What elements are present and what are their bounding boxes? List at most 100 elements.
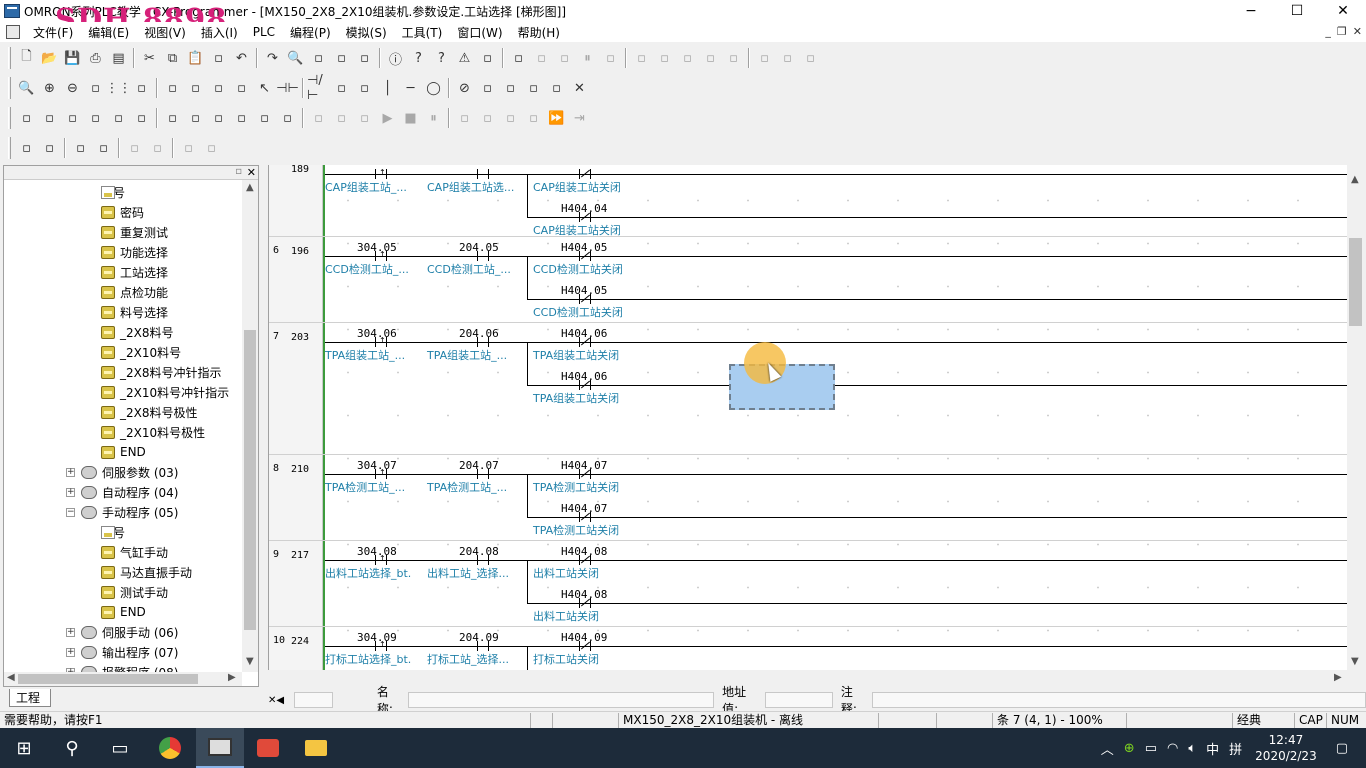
- contact-symbol[interactable]: [579, 294, 591, 304]
- mdi-restore-icon[interactable]: ❐: [1337, 25, 1347, 38]
- ladder-diagram[interactable]: 189 ↑ CAP组装工站_... CAP组装工站选... CAP组装工站关闭 H404.…: [268, 165, 1347, 670]
- break-icon[interactable]: ▫: [453, 107, 476, 129]
- tree-item[interactable]: +报警程序 (08): [66, 662, 178, 672]
- menu-tools[interactable]: 工具(T): [395, 24, 451, 41]
- zoom-out-icon[interactable]: ⊖: [61, 77, 84, 99]
- scroll-down-icon[interactable]: ▼: [246, 656, 254, 667]
- program-check-icon[interactable]: ▫: [530, 47, 553, 69]
- find-icon[interactable]: 🔍: [284, 47, 307, 69]
- ime-indicator[interactable]: 中: [1206, 739, 1219, 758]
- ladder-horizontal-scrollbar[interactable]: ▶: [268, 670, 1347, 687]
- browser-icon[interactable]: [146, 728, 194, 768]
- toolbar-grip[interactable]: [8, 107, 11, 129]
- tree-item[interactable]: _2X8料号极性: [101, 402, 198, 422]
- zoom-icon[interactable]: 🔍: [15, 77, 38, 99]
- zoom-fit-icon[interactable]: ▫: [84, 77, 107, 99]
- mdi-minimize-icon[interactable]: _: [1325, 25, 1331, 38]
- contact-symbol[interactable]: [477, 555, 489, 565]
- properties-icon[interactable]: ▫: [107, 107, 130, 129]
- contact-symbol[interactable]: [579, 598, 591, 608]
- toolbar-grip[interactable]: [8, 77, 11, 99]
- new-icon[interactable]: 🗋: [15, 47, 38, 69]
- io-table-icon[interactable]: ▫: [799, 47, 822, 69]
- contact-symbol[interactable]: [579, 469, 591, 479]
- unpin-icon[interactable]: ▫: [146, 137, 169, 159]
- tree-item[interactable]: + 伺服参数 (03): [66, 462, 178, 482]
- contact-no-icon[interactable]: ⊣⊢: [276, 77, 299, 99]
- io-comment-icon[interactable]: ▫: [207, 107, 230, 129]
- contact-symbol[interactable]: [477, 337, 489, 347]
- search-icon[interactable]: ⚲: [48, 728, 96, 768]
- open-icon[interactable]: 📂: [38, 47, 61, 69]
- contact-symbol[interactable]: [477, 469, 489, 479]
- list-icon[interactable]: ▫: [69, 137, 92, 159]
- tree-item[interactable]: END: [101, 442, 146, 462]
- menu-edit[interactable]: 编辑(E): [81, 24, 137, 41]
- contact-symbol[interactable]: ↑: [375, 336, 387, 347]
- mnemonic-icon[interactable]: ▫: [207, 77, 230, 99]
- cut-icon[interactable]: ✂: [138, 47, 161, 69]
- address-field[interactable]: [764, 692, 833, 708]
- contact-nc-icon[interactable]: ⊣/⊢: [307, 73, 330, 103]
- task-view-icon[interactable]: ▭: [96, 728, 144, 768]
- input-line-icon[interactable]: ▫: [545, 77, 568, 99]
- continue-icon[interactable]: ⏩: [545, 107, 568, 129]
- contact-symbol[interactable]: ↑: [375, 250, 387, 261]
- compare-icon[interactable]: ▫: [599, 47, 622, 69]
- contact-symbol[interactable]: [579, 641, 591, 651]
- windows-start-icon[interactable]: ⊞: [0, 728, 48, 768]
- notification-icon[interactable]: ▢: [1336, 741, 1348, 756]
- indent-icon[interactable]: ▫: [15, 137, 38, 159]
- pin-icon[interactable]: ▫: [235, 166, 242, 177]
- mode-icon[interactable]: ▫: [722, 47, 745, 69]
- tree-item[interactable]: 气缸手动: [101, 542, 168, 562]
- toolbar-grip[interactable]: [8, 137, 11, 159]
- info-icon[interactable]: ⓘ: [384, 47, 407, 69]
- pause-icon[interactable]: ⏸: [576, 47, 599, 69]
- contact-symbol[interactable]: ↑: [375, 554, 387, 565]
- collapse-icon[interactable]: −: [66, 507, 75, 517]
- tree-scroll-thumb[interactable]: [244, 330, 256, 630]
- toolbar-grip[interactable]: [8, 47, 11, 69]
- select-icon[interactable]: ↖: [253, 77, 276, 99]
- scroll-up-icon[interactable]: ▲: [246, 182, 254, 193]
- mdi-close-icon[interactable]: ✕: [1353, 25, 1362, 38]
- run-icon[interactable]: ▶: [376, 107, 399, 129]
- scroll-left-icon[interactable]: ◀: [7, 672, 15, 683]
- contact-or-icon[interactable]: ▫: [330, 77, 353, 99]
- tree-item[interactable]: END: [101, 602, 146, 622]
- horizontal-line-icon[interactable]: ─: [399, 77, 422, 99]
- outdent-icon[interactable]: ▫: [38, 137, 61, 159]
- volume-icon[interactable]: 🔈︎: [1188, 741, 1196, 756]
- expand-icon[interactable]: +: [66, 647, 75, 657]
- symbol-icon[interactable]: ▫: [184, 77, 207, 99]
- fb-icon[interactable]: ▫: [499, 77, 522, 99]
- close-button[interactable]: ✕: [1320, 0, 1366, 22]
- prev-icon[interactable]: ✕◀: [268, 695, 284, 706]
- step-run-icon[interactable]: ⏸: [422, 107, 445, 129]
- comment-icon[interactable]: ▫: [130, 77, 153, 99]
- address-ref-icon[interactable]: ▫: [330, 47, 353, 69]
- menu-file[interactable]: 文件(F): [26, 24, 81, 41]
- redo-icon[interactable]: ↷: [261, 47, 284, 69]
- contact-symbol[interactable]: ↑: [375, 640, 387, 651]
- delete-icon[interactable]: ✕: [568, 77, 591, 99]
- menu-plc[interactable]: PLC: [246, 25, 283, 39]
- contact-symbol[interactable]: [579, 212, 591, 222]
- recorder-icon[interactable]: [244, 728, 292, 768]
- contact-symbol[interactable]: [579, 251, 591, 261]
- tree-item[interactable]: 符号: [101, 182, 125, 202]
- minimize-button[interactable]: −: [1228, 0, 1274, 22]
- cx-programmer-taskbar-icon[interactable]: [196, 728, 244, 768]
- tree-item[interactable]: _2X10料号极性: [101, 422, 205, 442]
- copy-icon[interactable]: ⧉: [161, 47, 184, 69]
- name-field[interactable]: [408, 692, 715, 708]
- wifi-icon[interactable]: ◠: [1167, 741, 1178, 756]
- grid-icon[interactable]: ⋮⋮: [106, 77, 132, 99]
- menu-simulate[interactable]: 模拟(S): [339, 24, 395, 41]
- ime-mode-indicator[interactable]: 拼: [1229, 739, 1242, 758]
- step-out-icon[interactable]: ▫: [499, 107, 522, 129]
- data-trace-icon[interactable]: ▫: [776, 47, 799, 69]
- memory-icon[interactable]: ▫: [161, 107, 184, 129]
- step-icon[interactable]: ▫: [753, 47, 776, 69]
